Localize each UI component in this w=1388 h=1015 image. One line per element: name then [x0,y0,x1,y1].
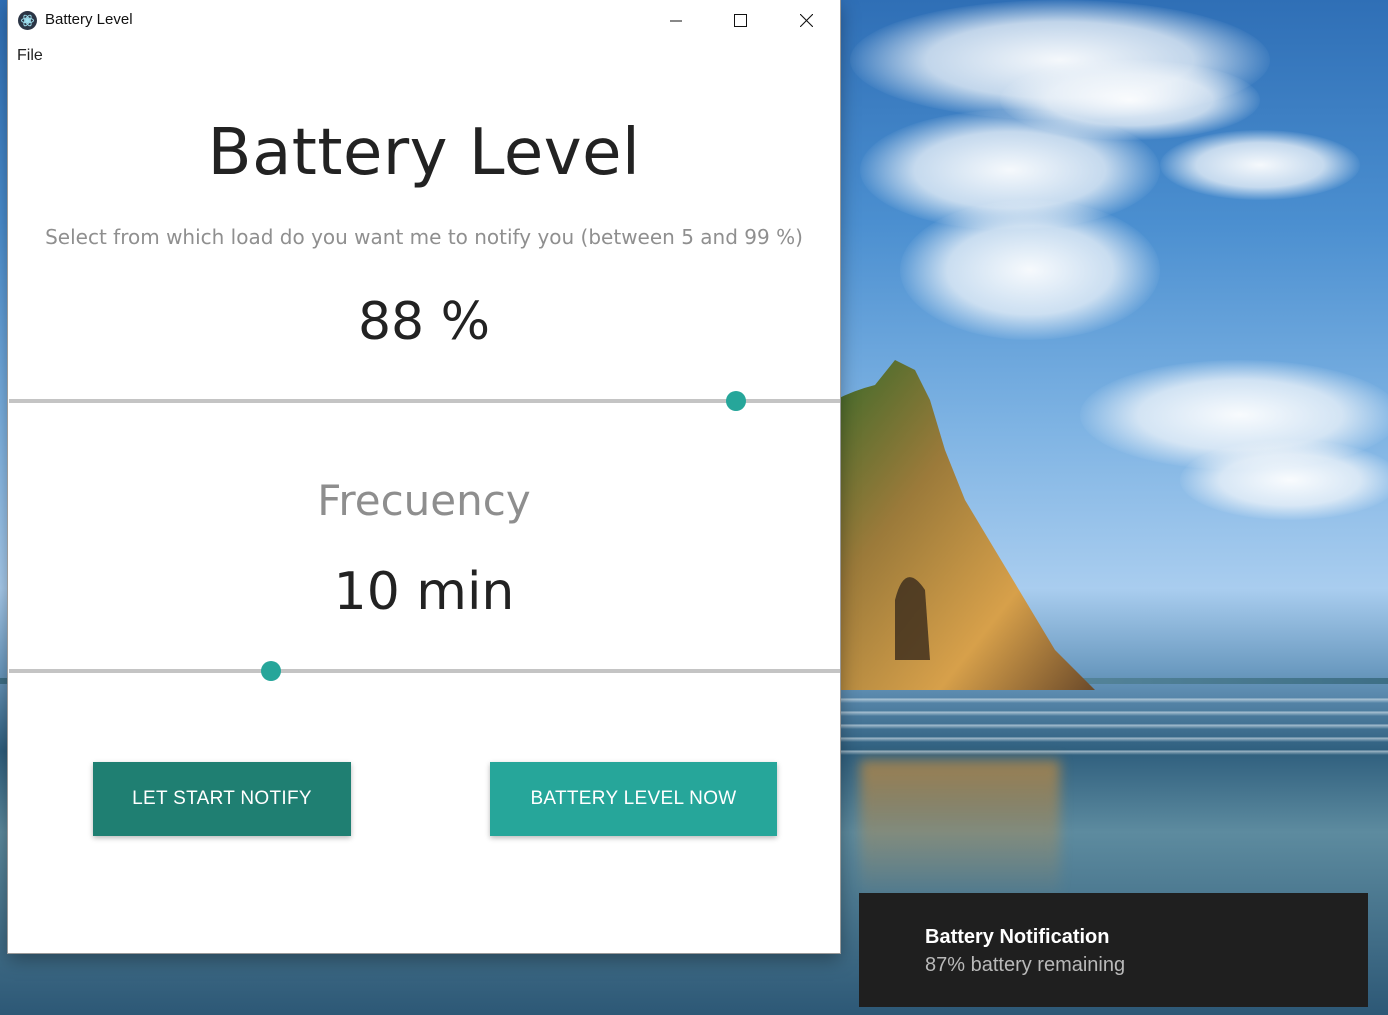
menu-bar: File [8,41,840,71]
minimize-icon [670,20,682,21]
slider-thumb[interactable] [726,391,746,411]
app-icon [18,11,37,30]
slider-track[interactable] [9,399,840,403]
maximize-icon [733,14,747,27]
start-notify-button[interactable]: LET START NOTIFY [93,762,351,836]
notification-body: 87% battery remaining [925,954,1126,976]
maximize-button[interactable] [708,0,772,41]
app-window: Battery Level File Battery Level Select … [8,0,840,953]
close-button[interactable] [774,0,838,41]
close-icon [799,14,813,27]
rock-image [835,360,1095,690]
battery-threshold-slider[interactable] [9,391,840,411]
battery-threshold-value: 88 % [357,292,491,352]
frequency-value: 10 min [333,562,515,622]
battery-level-now-button[interactable]: BATTERY LEVEL NOW [490,762,777,836]
battery-notification-toast[interactable]: Battery Notification 87% battery remaini… [859,893,1368,1007]
minimize-button[interactable] [644,0,708,41]
page-title: Battery Level [207,116,641,190]
slider-thumb[interactable] [261,661,281,681]
notification-title: Battery Notification [925,926,1110,948]
frequency-slider[interactable] [9,661,840,681]
window-title: Battery Level [45,11,133,28]
threshold-instructions: Select from which load do you want me to… [45,225,803,249]
title-bar[interactable]: Battery Level [8,0,840,41]
menu-file[interactable]: File [17,47,43,65]
slider-track[interactable] [9,669,840,673]
frequency-title: Frecuency [317,476,531,525]
